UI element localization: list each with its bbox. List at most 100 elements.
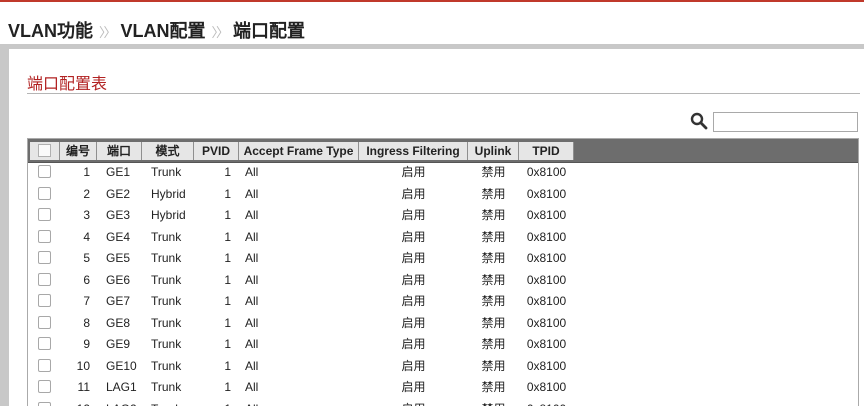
- cell-uplink: 禁用: [481, 294, 506, 308]
- cell-tpid: 0x8100: [526, 337, 567, 351]
- breadcrumb: VLAN功能 〉〉 VLAN配置 〉〉 端口配置: [8, 17, 305, 43]
- cell-index: 5: [83, 251, 90, 265]
- cell-uplink: 禁用: [481, 315, 506, 330]
- table-row[interactable]: 6 GE6 Trunk 1 All 启用 禁用 0x8100: [28, 270, 858, 291]
- cell-ingress-filtering: 启用: [359, 399, 468, 406]
- cell-index: 6: [83, 272, 90, 287]
- cell-ingress-filtering: 启用: [401, 337, 426, 351]
- cell-port: LAG1: [106, 380, 137, 394]
- select-all-checkbox[interactable]: [30, 142, 60, 160]
- cell-index: 11: [77, 380, 90, 394]
- cell-uplink: 禁用: [481, 272, 506, 287]
- row-checkbox[interactable]: [28, 162, 60, 183]
- cell-accept-frame-type: All: [245, 251, 259, 265]
- cell-index: 12: [60, 399, 90, 406]
- cell-tpid: 0x8100: [526, 358, 567, 373]
- cell-port: GE1: [106, 165, 131, 179]
- column-header-ingress-filtering[interactable]: Ingress Filtering: [359, 142, 468, 160]
- cell-ingress-filtering: 启用: [401, 272, 426, 287]
- cell-port: GE6: [106, 272, 131, 287]
- cell-port: GE3: [106, 208, 131, 222]
- cell-index: 2: [83, 186, 90, 201]
- table-row[interactable]: 8 GE8 Trunk 1 All 启用 禁用 0x8100: [28, 313, 858, 334]
- row-checkbox[interactable]: [28, 184, 60, 205]
- breadcrumb-divider: [0, 44, 864, 49]
- row-checkbox[interactable]: [28, 248, 60, 269]
- cell-port: GE10: [106, 358, 137, 373]
- table-row[interactable]: 10 GE10 Trunk 1 All 启用 禁用 0x8100: [28, 356, 858, 377]
- table-row[interactable]: 4 GE4 Trunk 1 All 启用 禁用 0x8100: [28, 227, 858, 248]
- cell-accept-frame-type: All: [245, 186, 259, 201]
- table-row[interactable]: 9 GE9 Trunk 1 All 启用 禁用 0x8100: [28, 334, 858, 355]
- row-checkbox[interactable]: [28, 270, 60, 291]
- cell-uplink: 禁用: [468, 399, 519, 406]
- table-row[interactable]: 5 GE5 Trunk 1 All 启用 禁用 0x8100: [28, 248, 858, 269]
- cell-pvid: 1: [224, 186, 231, 201]
- cell-uplink: 禁用: [481, 380, 506, 394]
- table-row[interactable]: 7 GE7 Trunk 1 All 启用 禁用 0x8100: [28, 291, 858, 312]
- cell-ingress-filtering: 启用: [401, 229, 426, 244]
- row-checkbox[interactable]: [28, 356, 60, 377]
- row-checkbox[interactable]: [28, 377, 60, 398]
- row-checkbox[interactable]: [28, 205, 60, 226]
- cell-uplink: 禁用: [481, 208, 506, 222]
- breadcrumb-separator: 〉〉: [211, 25, 229, 40]
- table-row[interactable]: 2 GE2 Hybrid 1 All 启用 禁用 0x8100: [28, 184, 858, 205]
- cell-port: GE8: [106, 315, 131, 330]
- cell-ingress-filtering: 启用: [401, 251, 426, 265]
- column-header-port[interactable]: 端口: [97, 142, 142, 160]
- cell-pvid: 1: [224, 358, 231, 373]
- cell-pvid: 1: [224, 272, 231, 287]
- column-header-pvid[interactable]: PVID: [194, 142, 239, 160]
- breadcrumb-vlan-function[interactable]: VLAN功能: [8, 21, 93, 41]
- breadcrumb-port-config: 端口配置: [233, 21, 306, 41]
- row-checkbox[interactable]: [28, 399, 60, 406]
- row-checkbox[interactable]: [28, 313, 60, 334]
- cell-ingress-filtering: 启用: [401, 186, 426, 201]
- cell-accept-frame-type: All: [245, 229, 259, 244]
- column-header-accept-frame-type[interactable]: Accept Frame Type: [239, 142, 359, 160]
- cell-uplink: 禁用: [481, 251, 506, 265]
- column-header-index[interactable]: 编号: [60, 142, 97, 160]
- cell-tpid: 0x8100: [526, 315, 567, 330]
- search-icon[interactable]: [690, 112, 708, 130]
- cell-index: 7: [83, 294, 90, 308]
- table-row[interactable]: 12LAG2Trunk1All启用禁用0x8100: [28, 399, 858, 406]
- cell-tpid: 0x8100: [526, 186, 567, 201]
- cell-index: 1: [83, 165, 90, 179]
- cell-port: GE4: [106, 229, 131, 244]
- cell-port: GE9: [106, 337, 131, 351]
- search-input[interactable]: [713, 112, 858, 132]
- port-config-table: 编号 端口 模式 PVID Accept Frame Type Ingress …: [27, 138, 859, 406]
- row-checkbox[interactable]: [28, 227, 60, 248]
- cell-ingress-filtering: 启用: [401, 358, 426, 373]
- cell-tpid: 0x8100: [526, 251, 567, 265]
- cell-ingress-filtering: 启用: [401, 294, 426, 308]
- cell-ingress-filtering: 启用: [401, 380, 426, 394]
- cell-ingress-filtering: 启用: [401, 315, 426, 330]
- cell-accept-frame-type: All: [245, 208, 259, 222]
- cell-ingress-filtering: 启用: [401, 165, 426, 179]
- table-row[interactable]: 1 GE1 Trunk 1 All 启用 禁用 0x8100: [28, 162, 858, 183]
- table-header: 编号 端口 模式 PVID Accept Frame Type Ingress …: [28, 139, 858, 163]
- cell-uplink: 禁用: [481, 165, 506, 179]
- breadcrumb-vlan-config[interactable]: VLAN配置: [121, 21, 206, 41]
- table-row[interactable]: 3 GE3 Hybrid 1 All 启用 禁用 0x8100: [28, 205, 858, 226]
- column-header-tpid[interactable]: TPID: [519, 142, 574, 160]
- section-divider: [27, 93, 860, 94]
- breadcrumb-separator: 〉〉: [99, 25, 116, 40]
- column-header-mode[interactable]: 模式: [142, 142, 194, 160]
- table-row[interactable]: 11 LAG1 Trunk 1 All 启用 禁用 0x8100: [28, 377, 858, 398]
- cell-pvid: 1: [224, 251, 231, 265]
- cell-accept-frame-type: All: [245, 358, 259, 373]
- cell-tpid: 0x8100: [526, 165, 567, 179]
- cell-pvid: 1: [224, 315, 231, 330]
- cell-uplink: 禁用: [481, 337, 506, 351]
- cell-pvid: 1: [194, 399, 231, 406]
- cell-tpid: 0x8100: [519, 399, 574, 406]
- row-checkbox[interactable]: [28, 291, 60, 312]
- row-checkbox[interactable]: [28, 334, 60, 355]
- column-header-uplink[interactable]: Uplink: [468, 142, 519, 160]
- cell-port: GE2: [106, 186, 131, 201]
- section-title: 端口配置表: [27, 76, 108, 93]
